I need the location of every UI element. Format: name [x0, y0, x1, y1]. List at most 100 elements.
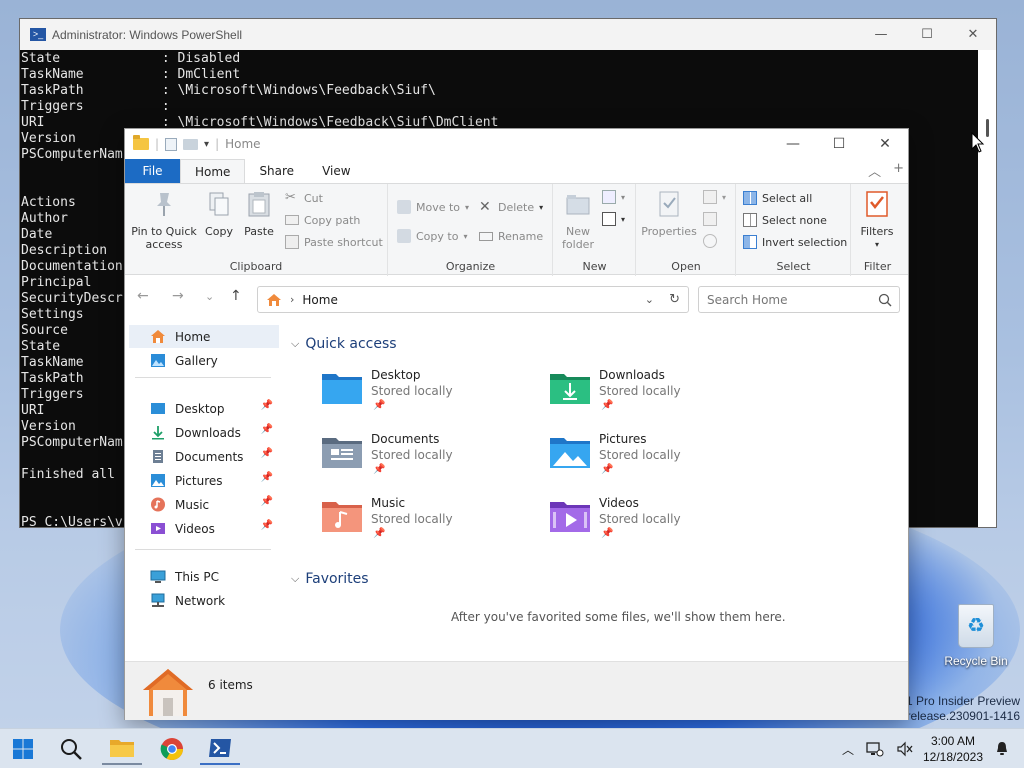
system-clock[interactable]: 3:00 AM 12/18/2023	[918, 733, 988, 765]
rename-button[interactable]: Rename	[479, 227, 543, 245]
taskbar-powershell[interactable]	[200, 733, 240, 765]
forward-button[interactable]: →	[172, 288, 184, 304]
search-icon	[61, 739, 82, 760]
maximize-button[interactable]: ☐	[904, 19, 950, 50]
sidebar-item-home[interactable]: Home	[129, 325, 279, 348]
console-scrollbar[interactable]	[978, 50, 996, 527]
sidebar-item-gallery[interactable]: Gallery	[129, 349, 279, 372]
sidebar-item-videos[interactable]: Videos 📌	[129, 517, 279, 540]
tab-home[interactable]: Home	[180, 159, 246, 183]
tab-share[interactable]: Share	[245, 159, 308, 183]
sidebar-item-documents[interactable]: Documents 📌	[129, 445, 279, 468]
pin-to-quick-access-button[interactable]: Pin to Quick access	[129, 190, 199, 251]
close-button[interactable]: ✕	[950, 19, 996, 50]
new-folder-button[interactable]: New folder	[558, 190, 598, 251]
search-taskbar-button[interactable]	[51, 733, 91, 765]
copy-button[interactable]: Copy	[201, 190, 237, 238]
customize-qat-icon[interactable]: ▾	[204, 139, 209, 150]
delete-button[interactable]: ✕ Delete ▾	[479, 198, 543, 216]
filters-button[interactable]: Filters ▾	[853, 190, 901, 251]
close-button[interactable]: ✕	[862, 129, 908, 159]
quick-access-tile-documents[interactable]: Documents Stored locally 📌	[321, 432, 521, 488]
sidebar-item-downloads[interactable]: Downloads 📌	[129, 421, 279, 444]
new-folder-qat-icon[interactable]	[183, 138, 199, 150]
show-hidden-icons-button[interactable]: ︿	[842, 729, 854, 768]
history-button[interactable]	[703, 232, 717, 250]
select-none-button[interactable]: Select none	[743, 211, 827, 229]
scrollbar-thumb[interactable]	[986, 119, 989, 137]
address-bar[interactable]: › Home ⌄ ↻	[257, 286, 689, 313]
search-input[interactable]: Search Home	[707, 293, 787, 307]
pictures-folder-icon	[550, 438, 590, 468]
volume-tray-button[interactable]	[896, 729, 914, 768]
chevron-down-icon: ⌵	[291, 572, 300, 585]
move-to-button[interactable]: Move to ▾	[397, 198, 469, 216]
tab-file[interactable]: File	[125, 159, 180, 183]
paste-shortcut-button[interactable]: Paste shortcut	[285, 233, 383, 251]
minimize-button[interactable]: —	[770, 129, 816, 159]
quick-access-tile-downloads[interactable]: Downloads Stored locally 📌	[549, 368, 749, 424]
content-pane: ⌵ Quick access Desktop Stored locally 📌 …	[285, 322, 908, 660]
properties-qat-icon[interactable]	[165, 137, 178, 151]
quick-access-tile-desktop[interactable]: Desktop Stored locally 📌	[321, 368, 521, 424]
clipboard-group: Pin to Quick access Copy Paste ✂ Cut Copy…	[125, 184, 388, 276]
select-all-icon	[743, 191, 757, 205]
quick-access-header[interactable]: ⌵ Quick access	[291, 336, 397, 352]
quick-access-tile-pictures[interactable]: Pictures Stored locally 📌	[549, 432, 749, 488]
select-group: Select all Select none Invert selection …	[737, 184, 851, 276]
favorites-header[interactable]: ⌵ Favorites	[291, 571, 369, 587]
copy-path-button[interactable]: Copy path	[285, 211, 360, 229]
ribbon-tabs: File Home Share View ︿ +	[125, 159, 908, 183]
start-button[interactable]	[3, 733, 43, 765]
powershell-icon: >_	[30, 28, 46, 41]
easy-access-button[interactable]: ▾	[602, 210, 625, 228]
address-dropdown-icon[interactable]: ⌄	[645, 293, 654, 306]
quick-access-tile-videos[interactable]: Videos Stored locally 📌	[549, 496, 749, 552]
recent-locations-button[interactable]: ⌄	[205, 290, 214, 303]
edit-button[interactable]	[703, 210, 717, 228]
videos-folder-icon	[550, 502, 590, 532]
quick-access-tile-music[interactable]: Music Stored locally 📌	[321, 496, 521, 552]
pin-icon: 📌	[260, 400, 273, 411]
refresh-icon[interactable]: ↻	[669, 292, 680, 307]
search-box[interactable]: Search Home	[698, 286, 900, 313]
breadcrumb-home[interactable]: Home	[302, 293, 337, 307]
sidebar-item-pictures[interactable]: Pictures 📌	[129, 469, 279, 492]
recycle-bin[interactable]: Recycle Bin	[938, 604, 1014, 668]
search-icon	[878, 293, 892, 307]
copy-to-button[interactable]: Copy to ▾	[397, 227, 467, 245]
select-all-button[interactable]: Select all	[743, 189, 812, 207]
file-explorer-icon	[110, 740, 134, 757]
sidebar-item-desktop[interactable]: Desktop 📌	[129, 397, 279, 420]
file-explorer-window[interactable]: | ▾ | Home — ☐ ✕ File Home Share View ︿ +…	[124, 128, 909, 720]
filter-label: Filter	[863, 260, 892, 273]
up-button[interactable]: ↑	[230, 288, 242, 304]
sidebar-item-this-pc[interactable]: This PC	[129, 565, 279, 588]
paste-button[interactable]: Paste	[241, 190, 277, 238]
explorer-titlebar[interactable]: | ▾ | Home — ☐ ✕	[125, 129, 908, 159]
pin-icon: 📌	[601, 400, 614, 411]
open-button[interactable]: ▾	[703, 188, 726, 206]
back-button[interactable]: ←	[137, 288, 149, 304]
tab-view[interactable]: View	[308, 159, 364, 183]
collapse-ribbon-icon[interactable]: ︿	[868, 161, 881, 180]
music-folder-icon	[322, 502, 362, 532]
cut-button[interactable]: ✂ Cut	[285, 189, 323, 207]
maximize-button[interactable]: ☐	[816, 129, 862, 159]
new-item-button[interactable]: ▾	[602, 188, 625, 206]
help-icon[interactable]: +	[893, 161, 904, 180]
properties-button[interactable]: Properties	[639, 190, 699, 238]
invert-selection-button[interactable]: Invert selection	[743, 233, 847, 251]
taskbar-chrome[interactable]	[152, 733, 192, 765]
pin-icon: 📌	[601, 528, 614, 539]
navigation-pane: Home Gallery Desktop 📌 Downloads 📌 Documen…	[125, 322, 285, 660]
favorites-empty-message: After you've favorited some files, we'll…	[451, 610, 786, 624]
powershell-titlebar[interactable]: >_ Administrator: Windows PowerShell	[20, 19, 996, 50]
notifications-button[interactable]	[994, 729, 1010, 768]
sidebar-item-music[interactable]: Music 📌	[129, 493, 279, 516]
taskbar-file-explorer[interactable]	[102, 733, 142, 765]
minimize-button[interactable]: —	[858, 19, 904, 50]
network-tray-button[interactable]	[866, 729, 884, 768]
paste-shortcut-icon	[285, 235, 299, 249]
sidebar-item-network[interactable]: Network	[129, 589, 279, 612]
